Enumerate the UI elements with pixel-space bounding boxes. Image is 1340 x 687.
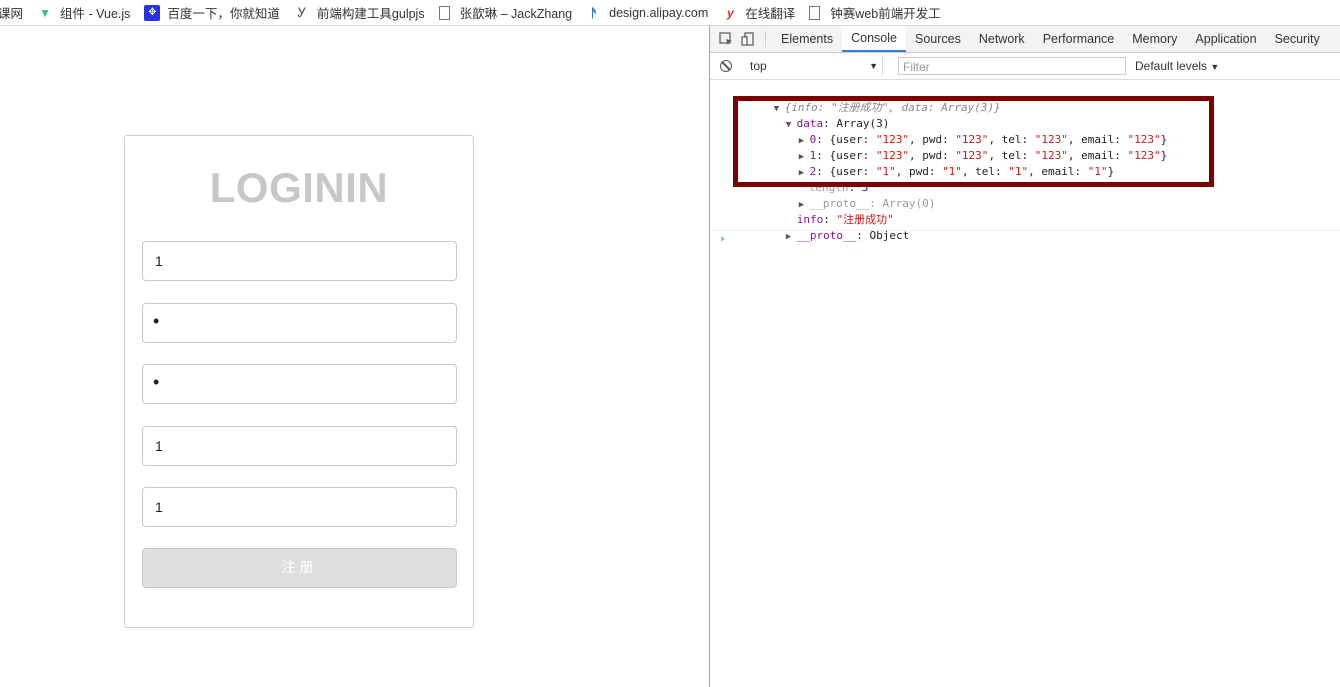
bookmark-jackzhang[interactable]: 张歆琳 – JackZhang (438, 3, 573, 22)
bookmark-vue[interactable]: ▼ 组件 - Vue.js (37, 3, 130, 22)
console-divider (710, 230, 1340, 231)
item-email: "123" (1127, 149, 1161, 162)
bookmark-youdao[interactable]: y 在线翻译 (722, 3, 795, 22)
array-item-1[interactable]: ▶ 1: {user: "123", pwd: "123", tel: "123… (759, 132, 1168, 162)
length-row: length: 3 (808, 181, 869, 194)
tel-input[interactable]: 1 (142, 426, 457, 466)
email-input[interactable]: 1 (142, 487, 457, 527)
filter-input[interactable]: Filter (898, 57, 1126, 75)
item-user: "1" (875, 165, 896, 178)
device-toolbar-icon[interactable] (737, 26, 759, 52)
gulp-icon: Ꭹ (297, 4, 307, 20)
alipay-icon: ᚫ (590, 5, 598, 20)
data-row[interactable]: ▼ data: Array(3) (746, 100, 890, 130)
levels-label: Default levels (1135, 59, 1208, 73)
bookmark-label: design.alipay.com (609, 5, 709, 20)
register-card: LOGININ 1 • • 1 1 注册 (124, 135, 474, 628)
bookmark-alipay[interactable]: ᚫ design.alipay.com (586, 5, 709, 21)
baidu-icon: ✥ (144, 4, 161, 21)
tab-application[interactable]: Application (1186, 26, 1265, 52)
tab-network[interactable]: Network (970, 26, 1034, 52)
vue-icon: ▼ (39, 5, 51, 20)
dropdown-arrow-icon: ▼ (869, 61, 878, 71)
bookmark-baidu[interactable]: ✥ 百度一下，你就知道 (144, 3, 280, 22)
clear-console-icon[interactable] (720, 60, 732, 72)
proto-object-row[interactable]: ▶ __proto__: Object (746, 212, 909, 242)
bookmark-0[interactable]: 课网 (0, 3, 23, 22)
tab-security[interactable]: Security (1266, 26, 1329, 52)
password-input[interactable]: • (142, 303, 457, 343)
page-viewport: LOGININ 1 • • 1 1 注册 (0, 26, 709, 687)
proto-array-row[interactable]: ▶ __proto__: Array(0) (759, 180, 936, 210)
tab-console[interactable]: Console (842, 26, 906, 52)
console-prompt-icon[interactable]: › (719, 231, 726, 247)
bookmark-label: 百度一下，你就知道 (167, 7, 280, 21)
array-item-0[interactable]: ▶ 0: {user: "123", pwd: "123", tel: "123… (759, 116, 1168, 146)
tab-sources[interactable]: Sources (906, 26, 970, 52)
register-button[interactable]: 注册 (142, 548, 457, 588)
console-summary-line[interactable]: ▼ {info: "注册成功", data: Array(3)} (734, 84, 1001, 114)
tab-performance[interactable]: Performance (1034, 26, 1124, 52)
devtools-tabbar: Elements Console Sources Network Perform… (710, 26, 1340, 53)
youdao-icon: y (726, 5, 734, 20)
bookmark-label: 张歆琳 – JackZhang (459, 7, 573, 21)
toolbar-divider (765, 31, 766, 47)
bookmark-label: 前端构建工具gulpjs (316, 7, 425, 21)
bookmarks-bar: 课网 ▼ 组件 - Vue.js ✥ 百度一下，你就知道 Ꭹ 前端构建工具gul… (0, 0, 1340, 26)
inspect-element-icon[interactable] (715, 26, 737, 52)
form-title: LOGININ (209, 164, 389, 211)
bookmark-label: 课网 (0, 7, 24, 21)
log-levels-select[interactable]: Default levels ▼ (1135, 59, 1219, 73)
devtools-panel: Elements Console Sources Network Perform… (709, 26, 1340, 687)
console-toolbar: top ▼ Filter Default levels ▼ (710, 53, 1340, 80)
tab-memory[interactable]: Memory (1123, 26, 1186, 52)
page-icon (438, 5, 450, 20)
bookmark-label: 钟赛web前端开发工 (830, 7, 941, 21)
bookmark-gulp[interactable]: Ꭹ 前端构建工具gulpjs (294, 3, 425, 22)
item-email: "1" (1087, 165, 1108, 178)
context-value: top (750, 59, 767, 73)
username-input[interactable]: 1 (142, 241, 457, 281)
item-pwd: "1" (942, 165, 962, 178)
tab-elements[interactable]: Elements (772, 26, 842, 52)
bookmark-label: 组件 - Vue.js (60, 7, 131, 21)
page-icon (809, 5, 821, 20)
array-item-2[interactable]: ▶ 2: {user: "1", pwd: "1", tel: "1", ema… (759, 148, 1115, 178)
info-row: info: "注册成功" (796, 213, 894, 226)
bookmark-label: 在线翻译 (745, 7, 796, 21)
context-select[interactable]: top ▼ (750, 56, 883, 76)
bookmark-zhongsai[interactable]: 钟赛web前端开发工 (809, 3, 941, 22)
item-tel: "1" (1008, 165, 1029, 178)
expand-arrow-icon: ▶ (785, 232, 797, 242)
confirm-password-input[interactable]: • (142, 364, 457, 404)
dropdown-arrow-icon: ▼ (1210, 62, 1220, 72)
